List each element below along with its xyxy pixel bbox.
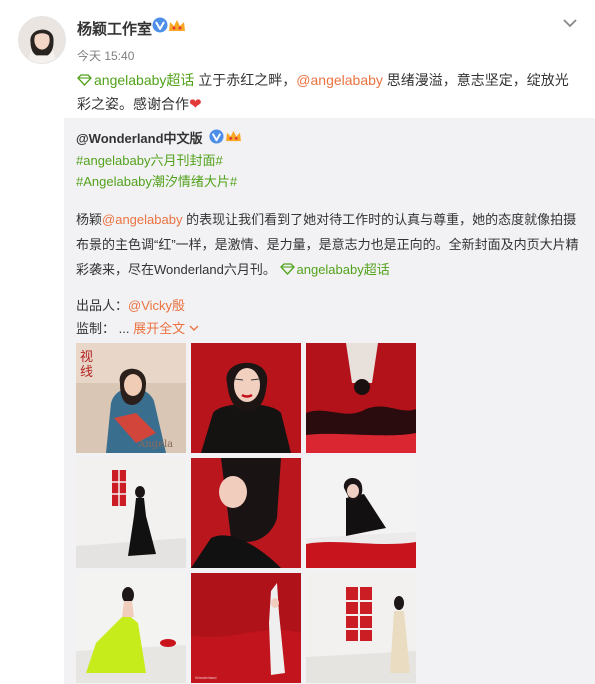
post-text: angelababy超话 立于赤红之畔，@angelababy 思绪漫溢，意志坚…	[77, 72, 569, 113]
supervisor-line: 监制： ... 展开全文	[76, 318, 199, 337]
heart-emoji: ❤	[189, 96, 202, 113]
photo-thumbnail-4[interactable]	[76, 458, 186, 568]
mention-link[interactable]: @Vicky殷	[128, 298, 185, 313]
mention-link[interactable]: @angelababy	[102, 212, 182, 227]
repost-author[interactable]: @Wonderland中文版	[76, 131, 203, 146]
hashtag-link[interactable]: #angelababy六月刊封面#	[76, 150, 223, 169]
supertopic-link[interactable]: angelababy超话	[279, 262, 390, 277]
svg-text:Wonderland: Wonderland	[195, 675, 217, 680]
post-timestamp[interactable]: 今天 15:40	[77, 47, 134, 64]
photo-thumbnail-5[interactable]	[191, 458, 301, 568]
supertopic-icon	[279, 263, 295, 275]
cover-caption-top: 视	[80, 350, 93, 365]
expand-full-text-link[interactable]: 展开全文	[133, 321, 199, 336]
cover-caption-bottom: Angela	[137, 439, 173, 450]
svg-text:线: 线	[80, 365, 93, 380]
verified-icon	[209, 129, 224, 144]
supertopic-link[interactable]: angelababy超话	[77, 72, 198, 88]
vip-crown-icon	[169, 20, 185, 31]
photo-thumbnail-9[interactable]	[306, 573, 416, 683]
chevron-down-icon	[189, 325, 199, 331]
photo-thumbnail-3[interactable]	[306, 343, 416, 453]
repost-container: @Wonderland中文版 #angelababy六月刊封面# #Angela…	[64, 118, 595, 684]
supertopic-icon	[77, 74, 92, 86]
more-options-chevron-icon[interactable]	[560, 13, 580, 33]
author-name[interactable]: 杨颖工作室	[77, 18, 152, 39]
photo-thumbnail-1[interactable]: 视 线 Angela	[76, 343, 186, 453]
verified-icon	[152, 17, 168, 33]
vip-crown-icon	[226, 130, 241, 142]
photo-thumbnail-7[interactable]	[76, 573, 186, 683]
image-grid: 视 线 Angela Wonderland	[76, 343, 416, 683]
producer-line: 出品人：@Vicky殷	[76, 298, 186, 313]
mention-link[interactable]: @angelababy	[296, 72, 383, 88]
hashtag-link[interactable]: #Angelababy潮汐情绪大片#	[76, 171, 237, 190]
photo-thumbnail-6[interactable]	[306, 458, 416, 568]
photo-thumbnail-2[interactable]	[191, 343, 301, 453]
repost-author-row: @Wonderland中文版	[76, 128, 241, 148]
author-avatar[interactable]	[18, 16, 66, 64]
weibo-post: 杨颖工作室 今天 15:40 angelababy超话 立于赤红之畔，@ange…	[0, 0, 595, 684]
photo-thumbnail-8[interactable]: Wonderland	[191, 573, 301, 683]
repost-body: 杨颖@angelababy 的表现让我们看到了她对待工作时的认真与尊重，她的态度…	[76, 212, 579, 277]
